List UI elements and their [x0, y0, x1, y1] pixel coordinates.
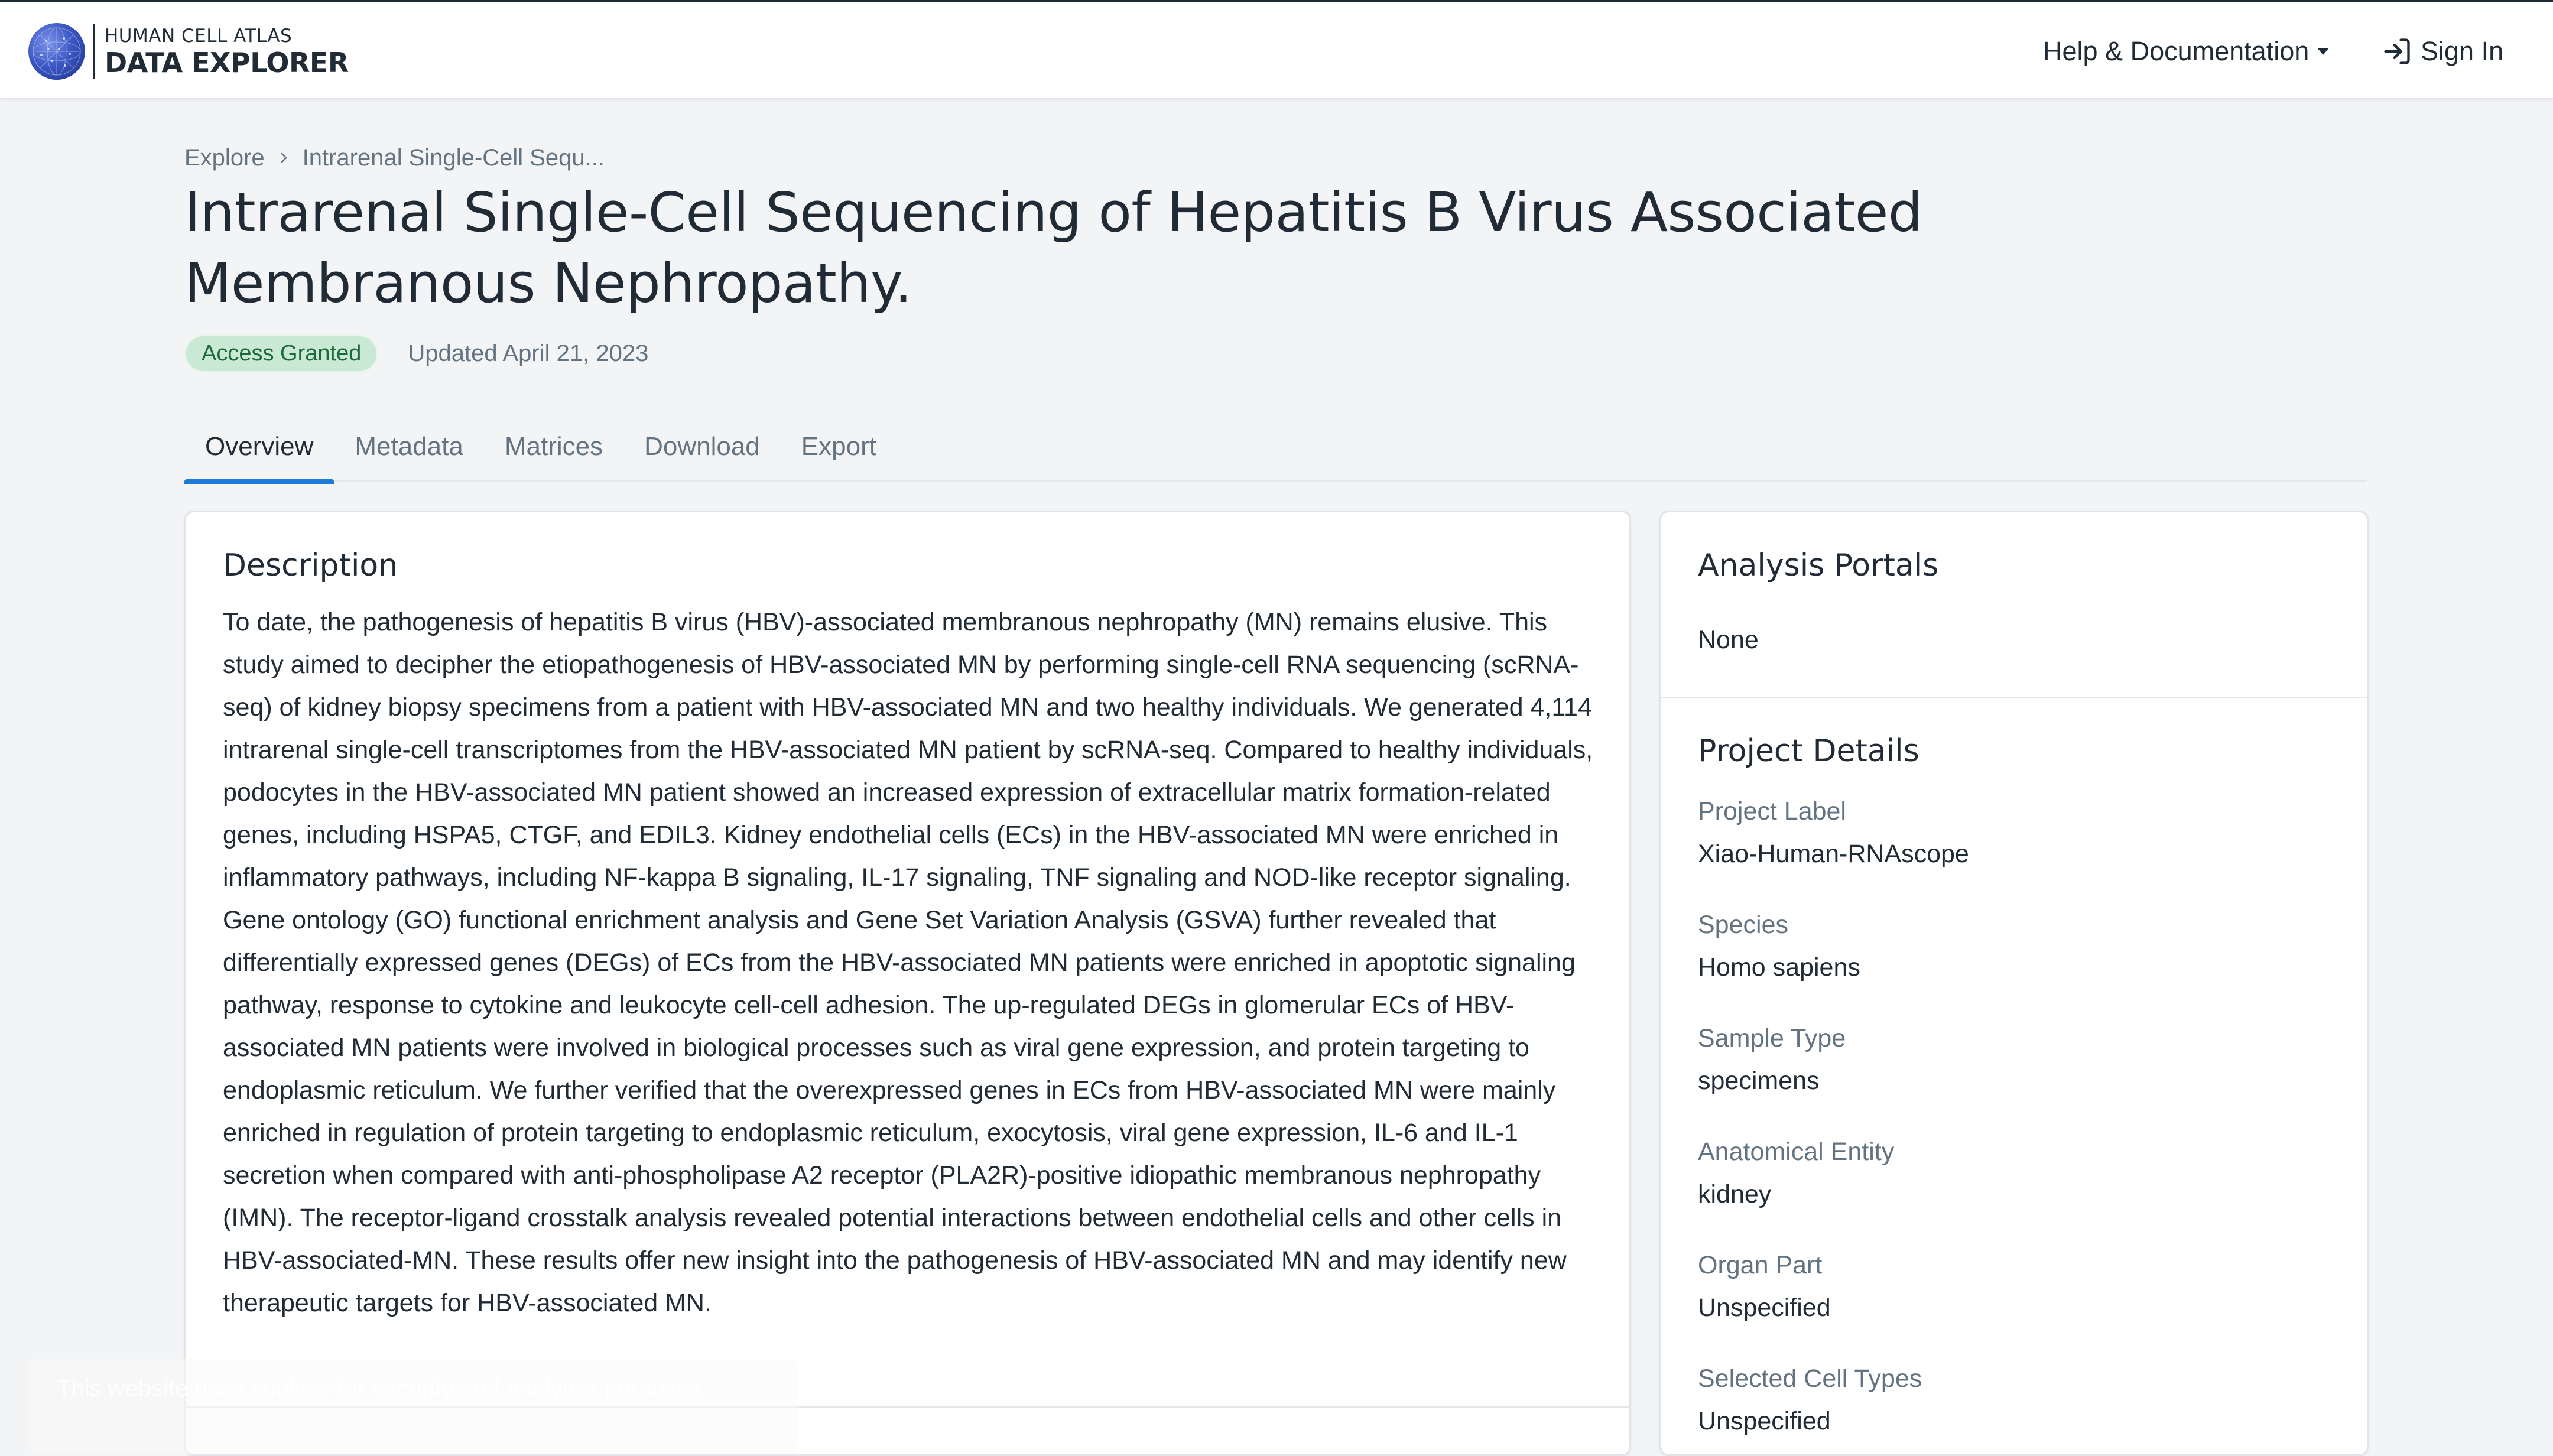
tab-overview[interactable]: Overview [184, 411, 334, 484]
project-label-label: Project Label [1698, 797, 1846, 826]
top-navigation-bar: HUMAN CELL ATLAS DATA EXPLORER Help & Do… [0, 0, 2553, 99]
sign-in-icon [2384, 38, 2410, 64]
description-heading: Description [223, 548, 398, 583]
cookie-banner: This website uses cookies for security a… [28, 1359, 797, 1454]
selected-cell-types-label: Selected Cell Types [1698, 1364, 1922, 1393]
logo-line-2: DATA EXPLORER [105, 46, 349, 79]
status-row: Access Granted Updated April 21, 2023 [184, 334, 649, 373]
project-details-heading: Project Details [1698, 733, 1919, 769]
sample-type-value: specimens [1698, 1067, 1820, 1095]
updated-date: Updated April 21, 2023 [408, 340, 649, 366]
description-text: To date, the pathogenesis of hepatitis B… [223, 608, 1593, 1317]
help-documentation-label: Help & Documentation [2043, 36, 2310, 66]
anatomical-entity-value: kidney [1698, 1180, 1772, 1208]
organ-part-value: Unspecified [1698, 1294, 1831, 1322]
caret-down-icon [2317, 48, 2330, 55]
species-value: Homo sapiens [1698, 953, 1860, 982]
tab-export[interactable]: Export [781, 411, 897, 482]
tab-matrices[interactable]: Matrices [484, 411, 623, 482]
chevron-right-icon [277, 151, 291, 165]
hca-globe-icon [28, 23, 85, 80]
species-label: Species [1698, 911, 1788, 939]
breadcrumb-current: Intrarenal Single-Cell Sequ... [302, 144, 605, 171]
sample-type-label: Sample Type [1698, 1024, 1846, 1052]
cookie-banner-text: This website uses cookies for security a… [57, 1376, 709, 1402]
help-documentation-menu[interactable]: Help & Documentation [2043, 32, 2330, 70]
breadcrumb: Explore Intrarenal Single-Cell Sequ... [184, 143, 605, 173]
logo-divider [93, 24, 95, 79]
sign-in-label: Sign In [2421, 36, 2504, 66]
project-sidebar-card: Analysis Portals None Project Details Pr… [1659, 511, 2369, 1456]
project-label-value: Xiao-Human-RNAscope [1698, 840, 1969, 868]
page-title: Intrarenal Single-Cell Sequencing of Hep… [184, 181, 1922, 315]
breadcrumb-explore-link[interactable]: Explore [184, 145, 265, 171]
hca-data-explorer-logo[interactable]: HUMAN CELL ATLAS DATA EXPLORER [28, 23, 349, 80]
selected-cell-types-value: Unspecified [1698, 1407, 1831, 1435]
logo-text: HUMAN CELL ATLAS DATA EXPLORER [105, 27, 349, 76]
tab-metadata[interactable]: Metadata [334, 411, 483, 482]
logo-line-1: HUMAN CELL ATLAS [105, 25, 293, 47]
description-card: Description To date, the pathogenesis of… [184, 511, 1631, 1456]
project-tabs: Overview Metadata Matrices Download Expo… [184, 411, 2367, 484]
sign-in-button[interactable]: Sign In [2382, 32, 2503, 70]
section-divider [1661, 697, 2367, 698]
analysis-portals-value: None [1698, 626, 1759, 654]
anatomical-entity-label: Anatomical Entity [1698, 1138, 1895, 1166]
tab-download[interactable]: Download [623, 411, 781, 482]
analysis-portals-heading: Analysis Portals [1698, 548, 1939, 583]
organ-part-label: Organ Part [1698, 1251, 1823, 1279]
access-status-badge: Access Granted [184, 334, 379, 373]
